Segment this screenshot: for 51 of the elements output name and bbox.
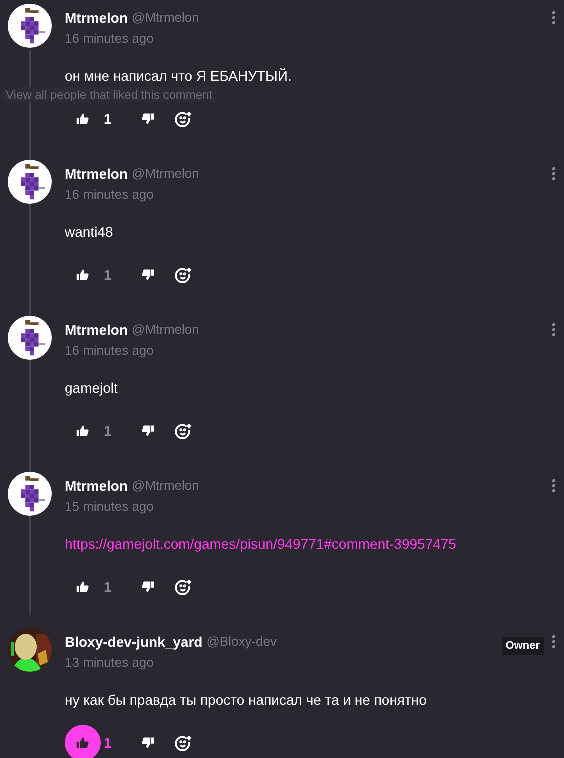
- comment-text: wanti48: [65, 222, 114, 242]
- add-emoji-icon: [175, 734, 192, 752]
- username[interactable]: Mtrmelon: [65, 8, 128, 28]
- more-options-icon[interactable]: [552, 11, 556, 25]
- username[interactable]: Mtrmelon: [65, 320, 128, 340]
- comment-text: gamejolt: [65, 378, 118, 398]
- thumbs-up-icon: [76, 736, 90, 750]
- timestamp: 15 minutes ago: [65, 498, 154, 516]
- more-options-icon[interactable]: [552, 167, 556, 181]
- username[interactable]: Mtrmelon: [65, 476, 128, 496]
- thumbs-down-icon: [140, 112, 155, 126]
- thumbs-up-icon: [76, 268, 90, 282]
- like-count[interactable]: 1: [104, 576, 112, 598]
- grapes-avatar: [8, 160, 52, 204]
- thumbs-up-icon: [76, 580, 90, 594]
- user-handle[interactable]: @Mtrmelon: [132, 320, 200, 340]
- grapes-avatar: [8, 4, 52, 48]
- user-handle[interactable]: @Mtrmelon: [132, 476, 200, 496]
- owner-tag: Owner: [502, 636, 544, 656]
- grapes-avatar: [8, 472, 52, 516]
- comment-text: ну как бы правда ты просто написал че та и не понятно: [65, 690, 427, 710]
- timestamp: 16 minutes ago: [65, 342, 154, 360]
- user-handle[interactable]: @Mtrmelon: [132, 8, 200, 28]
- user-handle[interactable]: @Bloxy-dev: [206, 632, 277, 652]
- add-emoji-icon: [175, 422, 192, 440]
- timestamp: 16 minutes ago: [65, 30, 154, 48]
- thumbs-down-icon: [140, 424, 155, 438]
- thumbs-down-icon: [140, 268, 155, 282]
- timestamp: 13 minutes ago: [65, 654, 154, 672]
- user-handle[interactable]: @Mtrmelon: [132, 164, 200, 184]
- thumbs-down-icon: [140, 580, 155, 594]
- comment-text: он мне написал что Я ЕБАНУТЫЙ.: [65, 66, 292, 86]
- add-emoji-icon: [175, 578, 192, 596]
- like-count[interactable]: 1: [104, 264, 112, 286]
- add-emoji-icon: [175, 266, 192, 284]
- timestamp: 16 minutes ago: [65, 186, 154, 204]
- tooltip: View all people that liked this comment: [2, 87, 217, 102]
- more-options-icon[interactable]: [552, 479, 556, 493]
- more-options-icon[interactable]: [552, 635, 556, 649]
- like-count[interactable]: 1: [104, 420, 112, 442]
- like-count[interactable]: 1: [104, 732, 112, 754]
- like-count[interactable]: 1: [104, 108, 112, 130]
- thumbs-up-icon: [76, 424, 90, 438]
- username[interactable]: Bloxy-dev-junk_yard: [65, 632, 203, 652]
- grapes-avatar: [8, 316, 52, 360]
- thumbs-up-icon: [76, 112, 90, 126]
- comment-link[interactable]: https://gamejolt.com/games/pisun/949771#comment-39957475: [65, 534, 456, 554]
- thumbs-down-icon: [140, 736, 155, 750]
- add-emoji-icon: [175, 110, 192, 128]
- username[interactable]: Mtrmelon: [65, 164, 128, 184]
- more-options-icon[interactable]: [552, 323, 556, 337]
